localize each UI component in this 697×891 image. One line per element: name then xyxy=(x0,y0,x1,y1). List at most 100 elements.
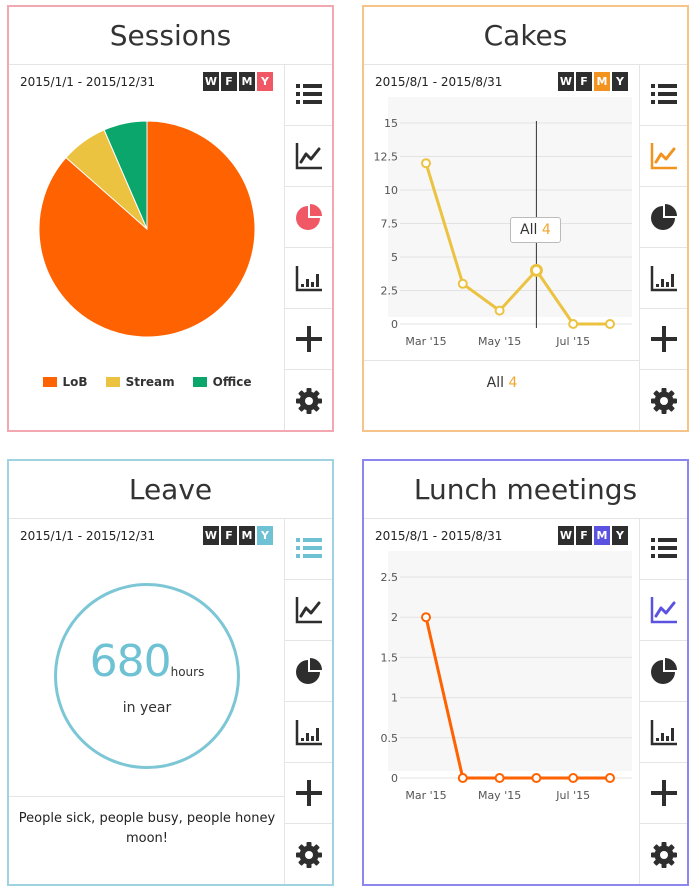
kpi-unit: hours xyxy=(170,665,205,679)
line-chart-icon xyxy=(295,143,322,170)
y-tick-label: 12.5 xyxy=(374,151,399,164)
y-tick-label: 7.5 xyxy=(381,218,399,231)
y-tick-label: 2 xyxy=(391,611,398,624)
legend-item-lob[interactable]: LoB xyxy=(42,375,88,389)
widget-title: Sessions xyxy=(9,7,332,65)
plus-icon xyxy=(650,326,677,352)
period-f-button[interactable]: F xyxy=(221,526,237,545)
kpi-number: 680 xyxy=(89,636,172,687)
plus-tool-button[interactable] xyxy=(285,309,332,370)
list-icon xyxy=(295,84,322,104)
line-tool-button[interactable] xyxy=(285,580,332,641)
data-point[interactable] xyxy=(605,319,615,329)
widget-title: Cakes xyxy=(364,7,687,65)
data-point[interactable] xyxy=(421,158,431,169)
pie-chart-icon xyxy=(650,658,677,684)
data-point[interactable] xyxy=(457,773,468,783)
gear-tool-button[interactable] xyxy=(285,370,332,430)
line-tool-button[interactable] xyxy=(640,126,687,187)
list-tool-button[interactable] xyxy=(640,519,687,580)
legend-item-office[interactable]: Office xyxy=(192,375,252,389)
pie-tool-button[interactable] xyxy=(285,187,332,248)
gear-tool-button[interactable] xyxy=(640,824,687,884)
data-point[interactable] xyxy=(568,773,579,783)
y-tick-label: 0.5 xyxy=(381,732,399,745)
cakes-widget: Cakes 2015/8/1 - 2015/8/31 WFMY 0 2.5 5 7.5… xyxy=(362,5,689,432)
gear-icon xyxy=(650,387,677,414)
list-tool-button[interactable] xyxy=(640,65,687,126)
chart-footer: All 4 xyxy=(364,360,640,430)
y-tick-label: 0 xyxy=(391,318,398,331)
gear-tool-button[interactable] xyxy=(285,824,332,884)
bar-chart-icon xyxy=(295,720,322,746)
y-tick-label: 10 xyxy=(384,184,398,197)
data-point[interactable] xyxy=(494,305,505,316)
x-tick-label: May '15 xyxy=(478,789,521,802)
legend-item-stream[interactable]: Stream xyxy=(105,375,175,389)
plus-icon xyxy=(650,780,677,806)
data-point[interactable] xyxy=(421,612,431,623)
pie-tool-button[interactable] xyxy=(640,641,687,702)
list-tool-button[interactable] xyxy=(285,519,332,580)
widget-toolbar xyxy=(284,65,332,430)
period-w-button[interactable]: W xyxy=(203,526,219,545)
period-y-button[interactable]: Y xyxy=(257,526,273,545)
data-point[interactable] xyxy=(529,263,543,277)
x-tick-label: May '15 xyxy=(478,335,521,348)
legend-swatch xyxy=(192,377,207,387)
chart-tooltip: All 4 xyxy=(510,217,561,243)
pie-chart xyxy=(38,120,256,338)
widget-toolbar xyxy=(284,519,332,884)
pie-tool-button[interactable] xyxy=(640,187,687,248)
bar-chart-icon xyxy=(650,266,677,292)
y-tick-label: 2.5 xyxy=(381,285,399,298)
bar-tool-button[interactable] xyxy=(640,248,687,309)
kpi-ring: 680hours in year xyxy=(54,583,240,769)
plus-tool-button[interactable] xyxy=(640,763,687,824)
plus-tool-button[interactable] xyxy=(640,309,687,370)
pie-chart-icon xyxy=(295,658,322,684)
line-tool-button[interactable] xyxy=(640,580,687,641)
x-tick-label: Mar '15 xyxy=(405,789,446,802)
plus-tool-button[interactable] xyxy=(285,763,332,824)
widget-description: People sick, people busy, people honey m… xyxy=(9,796,285,884)
y-tick-label: 15 xyxy=(384,117,398,130)
list-icon xyxy=(650,84,677,104)
x-tick-label: Jul '15 xyxy=(555,335,590,348)
tooltip-value: 4 xyxy=(541,222,551,238)
date-range[interactable]: 2015/1/1 - 2015/12/31 xyxy=(20,529,155,543)
bar-tool-button[interactable] xyxy=(285,248,332,309)
leave-widget: Leave 2015/1/1 - 2015/12/31 WFMY 680hour… xyxy=(7,459,334,886)
widget-toolbar xyxy=(639,519,687,884)
widget-title: Lunch meetings xyxy=(364,461,687,519)
widget-title: Leave xyxy=(9,461,332,519)
legend-label: LoB xyxy=(62,375,88,389)
gear-icon xyxy=(650,841,677,868)
data-point[interactable] xyxy=(494,773,505,783)
gear-tool-button[interactable] xyxy=(640,370,687,430)
list-icon xyxy=(650,538,677,558)
series-line xyxy=(424,162,610,326)
bar-chart-icon xyxy=(650,720,677,746)
data-point[interactable] xyxy=(531,773,542,783)
footer-label: All xyxy=(486,375,504,391)
x-tick-label: Jul '15 xyxy=(555,789,590,802)
footer-value: 4 xyxy=(508,375,518,391)
legend-swatch xyxy=(105,377,120,387)
pie-tool-button[interactable] xyxy=(285,641,332,702)
period-m-button[interactable]: M xyxy=(239,526,255,545)
gear-icon xyxy=(295,841,322,868)
pie-chart-icon xyxy=(650,204,677,230)
list-icon xyxy=(295,538,322,558)
data-point[interactable] xyxy=(457,278,468,289)
line-chart: 0 2.5 5 7.5 10 12.5 15 Mar '15 May '15 Jul '15 xyxy=(374,117,632,348)
legend-swatch xyxy=(42,377,57,387)
line-tool-button[interactable] xyxy=(285,126,332,187)
list-tool-button[interactable] xyxy=(285,65,332,126)
bar-tool-button[interactable] xyxy=(285,702,332,763)
line-chart-icon xyxy=(650,597,677,624)
data-point[interactable] xyxy=(568,319,579,329)
legend-label: Office xyxy=(212,375,252,389)
bar-tool-button[interactable] xyxy=(640,702,687,763)
data-point[interactable] xyxy=(605,773,615,783)
